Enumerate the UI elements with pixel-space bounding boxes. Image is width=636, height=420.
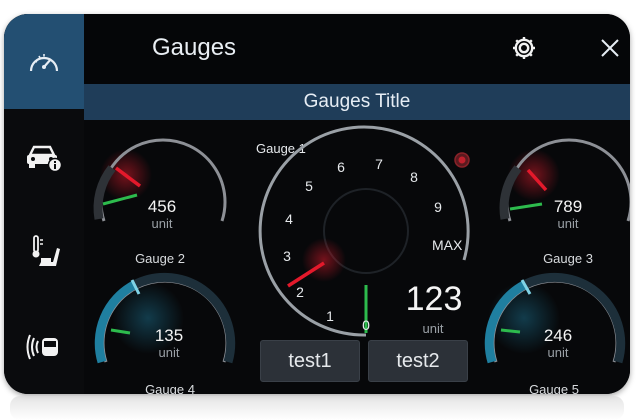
gauge-2-value: 456 [148,197,176,216]
vehicle-sensor-icon [26,332,62,362]
gauge-2-unit: unit [152,216,173,231]
gauge-3-green-mark [509,202,543,211]
gauge-5-unit: unit [548,345,569,360]
gauge-1: Gauge 1 0123456 789 MAX 123 unit [256,125,470,337]
gauge-1-tick-label: 6 [337,159,345,175]
gauge-1-tick-label: 0 [362,317,370,333]
gauge-3: 789 unit Gauge 3 [499,138,630,266]
gauge-3-unit: unit [558,216,579,231]
speedometer-icon [27,47,61,77]
gauge-5: 246 unit Gauge 5 [484,272,626,394]
test1-button[interactable]: test1 [260,340,360,382]
close-button[interactable] [596,34,624,62]
gauge-1-tick-label: 2 [296,284,304,300]
gauge-1-warning-dot [458,156,466,164]
gauge-1-tick-label: 3 [283,248,291,264]
gauge-1-value: 123 [406,280,463,318]
gauge-panel: 456 unit Gauge 2 789 unit Gauge 3 135 un… [84,120,630,394]
gauge-3-value: 789 [554,197,582,216]
gauge-4-label: Gauge 4 [145,382,195,394]
gauge-1-glow [302,238,346,282]
test2-button[interactable]: test2 [368,340,468,382]
sidebar-item-vehicle-info[interactable] [4,109,84,204]
gauge-1-tick-label: 9 [434,199,442,215]
gauge-2: 456 unit Gauge 2 [93,138,227,266]
gauge-1-tick-label: 7 [375,156,383,172]
settings-button[interactable] [510,34,538,62]
gauges-title-bar: Gauges Title [84,84,630,120]
sidebar-item-gauges[interactable] [4,14,84,109]
gauge-1-tick-label: 5 [305,178,313,194]
close-icon [596,34,624,62]
screen-reflection [10,396,624,420]
gauge-1-max-label: MAX [432,237,463,253]
gauge-4-value: 135 [155,326,183,345]
gauge-1-tick-label: 4 [285,211,293,227]
gauge-1-tick-label: 8 [410,169,418,185]
page-title: Gauges [152,34,237,61]
sidebar [4,14,84,394]
gauge-5-label: Gauge 5 [529,382,579,394]
head-unit-screen: Gauges Gauges Title 456 unit Gauge 2 789… [4,14,630,394]
gauge-4-unit: unit [159,345,180,360]
car-info-icon [24,141,64,173]
sidebar-item-climate[interactable] [4,204,84,299]
seat-temperature-icon [27,234,61,270]
gauge-4: 135 unit Gauge 4 [94,272,236,394]
header: Gauges [84,14,630,84]
gauge-3-label: Gauge 3 [543,251,593,266]
gauge-5-green-mark [500,328,521,334]
gauge-5-value: 246 [544,326,572,345]
gear-icon [510,34,538,62]
gauge-1-unit: unit [423,321,444,336]
gauge-2-label: Gauge 2 [135,251,185,266]
gauge-1-tick-label: 1 [326,308,334,324]
sidebar-item-sensors[interactable] [4,299,84,394]
